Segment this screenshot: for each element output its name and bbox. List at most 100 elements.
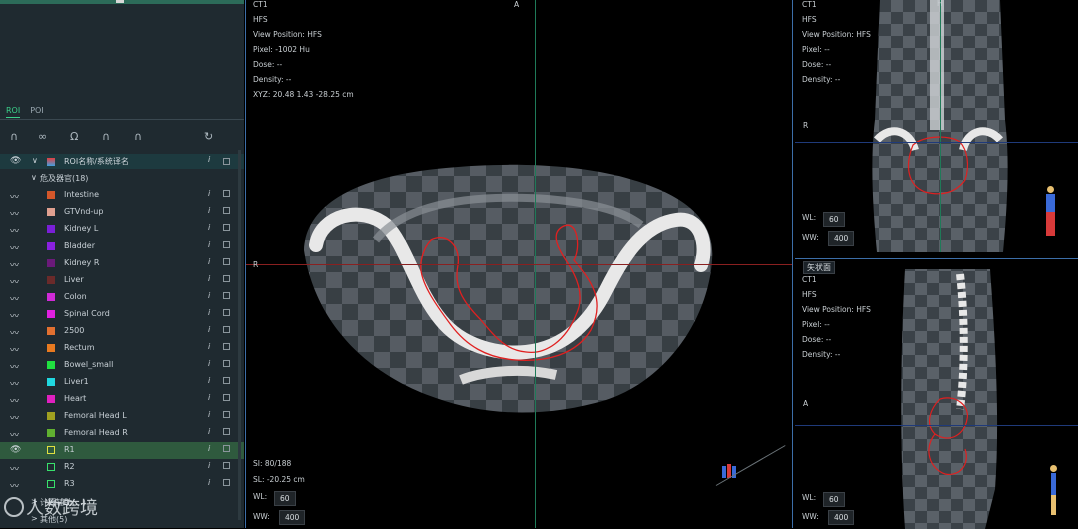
- roi-color-swatch[interactable]: [47, 327, 55, 335]
- eye-icon[interactable]: 〰: [10, 241, 19, 254]
- eye-icon[interactable]: 〰: [10, 394, 19, 407]
- info-icon[interactable]: i: [208, 461, 210, 470]
- lock-icon[interactable]: [223, 292, 230, 299]
- roi-row[interactable]: 👁 R1 i: [0, 442, 244, 459]
- eye-icon[interactable]: 〰: [10, 428, 19, 441]
- roi-color-swatch[interactable]: [47, 378, 55, 386]
- eye-icon[interactable]: 〰: [10, 207, 19, 220]
- roi-color-swatch[interactable]: [47, 344, 55, 352]
- lock-icon[interactable]: [223, 411, 230, 418]
- roi-color-swatch[interactable]: [47, 429, 55, 437]
- axial-view[interactable]: CT1 HFS View Position: HFS Pixel: -1002 …: [245, 0, 793, 528]
- eye-icon[interactable]: 〰: [10, 190, 19, 203]
- lock-icon[interactable]: [223, 479, 230, 486]
- sagittal-view[interactable]: 矢状面 CT1 HFS View Position: HFS Pixel: --…: [795, 258, 1078, 529]
- overlap-tool-icon[interactable]: ∞: [38, 130, 47, 143]
- roi-row[interactable]: 〰 GTVnd-up i: [0, 204, 244, 221]
- eye-icon[interactable]: 〰: [10, 258, 19, 271]
- roi-color-swatch[interactable]: [47, 310, 55, 318]
- lock-icon[interactable]: [223, 428, 230, 435]
- chevron-down-icon[interactable]: ∨: [32, 156, 38, 165]
- panel-grip-icon[interactable]: [116, 0, 124, 3]
- roi-color-swatch[interactable]: [47, 293, 55, 301]
- info-icon[interactable]: i: [208, 410, 210, 419]
- body-orientation-figure-icon[interactable]: [1048, 465, 1058, 517]
- refresh-icon[interactable]: ↻: [204, 130, 213, 143]
- ww-input[interactable]: 400: [279, 510, 306, 525]
- info-icon[interactable]: i: [208, 274, 210, 283]
- roi-color-swatch[interactable]: [47, 361, 55, 369]
- crosshair-vertical[interactable]: [940, 0, 941, 252]
- roi-color-swatch[interactable]: [47, 395, 55, 403]
- lock-icon[interactable]: [223, 241, 230, 248]
- roi-color-swatch[interactable]: [47, 480, 55, 488]
- crosshair-horizontal[interactable]: [795, 142, 1078, 143]
- info-icon[interactable]: i: [208, 223, 210, 232]
- roi-row[interactable]: 〰 Bowel_small i: [0, 357, 244, 374]
- wl-input[interactable]: 60: [274, 491, 296, 506]
- roi-list-scrollbar[interactable]: [238, 150, 241, 520]
- roi-row[interactable]: 〰 Heart i: [0, 391, 244, 408]
- crosshair-horizontal[interactable]: [246, 264, 792, 265]
- roi-row[interactable]: 〰 Rectum i: [0, 340, 244, 357]
- wl-input[interactable]: 60: [823, 492, 845, 507]
- roi-row[interactable]: 〰 Intestine i: [0, 187, 244, 204]
- info-icon[interactable]: i: [208, 155, 210, 164]
- roi-color-swatch[interactable]: [47, 412, 55, 420]
- info-icon[interactable]: i: [208, 376, 210, 385]
- lock-icon[interactable]: [223, 326, 230, 333]
- roi-color-swatch[interactable]: [47, 225, 55, 233]
- ww-input[interactable]: 400: [828, 231, 855, 246]
- info-icon[interactable]: i: [208, 427, 210, 436]
- eye-icon[interactable]: 〰: [10, 343, 19, 356]
- lock-icon[interactable]: [223, 190, 230, 197]
- roi-color-swatch[interactable]: [47, 242, 55, 250]
- eye-icon[interactable]: 〰: [10, 292, 19, 305]
- lock-icon[interactable]: [223, 275, 230, 282]
- group-oar[interactable]: ∨ 危及器官(18): [0, 170, 244, 187]
- eye-icon[interactable]: 〰: [10, 275, 19, 288]
- eye-icon[interactable]: 〰: [10, 377, 19, 390]
- info-icon[interactable]: i: [208, 359, 210, 368]
- roi-row[interactable]: 〰 2500 i: [0, 323, 244, 340]
- ww-input[interactable]: 400: [828, 510, 855, 525]
- info-icon[interactable]: i: [208, 257, 210, 266]
- roi-row[interactable]: 〰 Kidney L i: [0, 221, 244, 238]
- info-icon[interactable]: i: [208, 240, 210, 249]
- roi-row[interactable]: 〰 Femoral Head R i: [0, 425, 244, 442]
- info-icon[interactable]: i: [208, 393, 210, 402]
- info-icon[interactable]: i: [208, 478, 210, 487]
- roi-row[interactable]: 〰 Spinal Cord i: [0, 306, 244, 323]
- lock-icon[interactable]: [223, 258, 230, 265]
- info-icon[interactable]: i: [208, 342, 210, 351]
- union-tool-icon[interactable]: Ω: [70, 130, 78, 143]
- lock-icon[interactable]: [223, 224, 230, 231]
- eye-icon[interactable]: 👁: [10, 156, 21, 166]
- chevron-down-icon[interactable]: ∨: [31, 173, 37, 182]
- body-orientation-figure-icon[interactable]: [1045, 186, 1055, 238]
- roi-row[interactable]: 〰 Bladder i: [0, 238, 244, 255]
- subtract-tool-icon[interactable]: ∩: [102, 130, 110, 143]
- roi-row[interactable]: 〰 Colon i: [0, 289, 244, 306]
- lock-icon[interactable]: [223, 462, 230, 469]
- roi-row[interactable]: 〰 Liver1 i: [0, 374, 244, 391]
- lock-icon[interactable]: [223, 377, 230, 384]
- roi-color-swatch[interactable]: [47, 463, 55, 471]
- eye-icon[interactable]: 👁: [10, 445, 21, 455]
- eye-icon[interactable]: 〰: [10, 326, 19, 339]
- eye-icon[interactable]: 〰: [10, 479, 19, 492]
- lock-icon[interactable]: [223, 360, 230, 367]
- info-icon[interactable]: i: [208, 206, 210, 215]
- roi-row[interactable]: 〰 R3 i: [0, 476, 244, 493]
- lock-icon[interactable]: [223, 158, 230, 165]
- roi-row[interactable]: 〰 Femoral Head L i: [0, 408, 244, 425]
- eye-icon[interactable]: 〰: [10, 411, 19, 424]
- crosshair-horizontal[interactable]: [795, 425, 1078, 426]
- roi-row[interactable]: 〰 Liver i: [0, 272, 244, 289]
- roi-row[interactable]: 〰 R2 i: [0, 459, 244, 476]
- coronal-view[interactable]: CT1 HFS View Position: HFS Pixel: -- Dos…: [795, 0, 1078, 252]
- eye-icon[interactable]: 〰: [10, 360, 19, 373]
- contour-tool-icon[interactable]: ∩: [10, 130, 18, 143]
- roi-color-swatch[interactable]: [47, 208, 55, 216]
- roi-color-swatch[interactable]: [47, 191, 55, 199]
